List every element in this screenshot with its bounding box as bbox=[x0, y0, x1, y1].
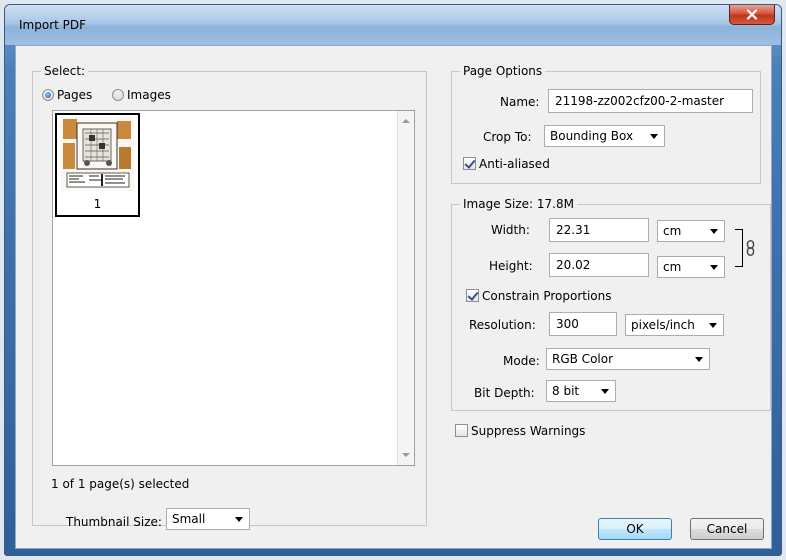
chevron-down-icon bbox=[601, 389, 609, 394]
resolution-input[interactable]: 300 bbox=[549, 312, 617, 336]
page-options-legend: Page Options bbox=[460, 64, 546, 78]
mode-label: Mode: bbox=[503, 354, 540, 368]
name-label: Name: bbox=[500, 95, 540, 109]
thumbnail-page-number: 1 bbox=[93, 197, 102, 211]
selection-status: 1 of 1 page(s) selected bbox=[51, 477, 190, 491]
bit-depth-value: 8 bit bbox=[552, 384, 580, 398]
chevron-down-icon bbox=[695, 357, 703, 362]
bit-depth-label: Bit Depth: bbox=[474, 386, 535, 400]
chevron-down-icon bbox=[710, 265, 718, 270]
page-thumbnail[interactable]: 1 bbox=[55, 113, 140, 217]
mode-dropdown[interactable]: RGB Color bbox=[546, 348, 710, 370]
link-bracket bbox=[735, 229, 743, 267]
resolution-unit-dropdown[interactable]: pixels/inch bbox=[625, 314, 724, 336]
bit-depth-dropdown[interactable]: 8 bit bbox=[546, 380, 616, 402]
images-radio[interactable] bbox=[112, 89, 124, 101]
thumbnail-scrollbar[interactable] bbox=[397, 111, 414, 465]
thumbnail-list[interactable]: 1 bbox=[52, 110, 415, 466]
window-title: Import PDF bbox=[19, 18, 87, 32]
thumbnail-size-value: Small bbox=[172, 512, 206, 526]
import-pdf-dialog: Import PDF Select: Pages Images 1 1 of 1… bbox=[4, 4, 782, 556]
width-label: Width: bbox=[491, 223, 530, 237]
close-icon bbox=[746, 9, 758, 20]
chevron-down-icon bbox=[650, 134, 658, 139]
pages-radio-label[interactable]: Pages bbox=[57, 88, 92, 102]
width-unit-value: cm bbox=[663, 224, 682, 238]
image-size-legend: Image Size: 17.8M bbox=[460, 197, 577, 211]
chain-link-icon bbox=[746, 240, 755, 256]
height-label: Height: bbox=[489, 259, 533, 273]
scroll-down-icon[interactable] bbox=[402, 453, 410, 457]
cancel-button[interactable]: Cancel bbox=[690, 518, 764, 540]
resolution-label: Resolution: bbox=[469, 318, 536, 332]
crop-to-value: Bounding Box bbox=[550, 129, 634, 143]
name-input[interactable]: 21198-zz002cfz00-2-master bbox=[548, 89, 753, 113]
close-button[interactable] bbox=[729, 5, 775, 25]
constrain-proportions-label[interactable]: Constrain Proportions bbox=[482, 289, 612, 303]
thumbnail-size-label: Thumbnail Size: bbox=[66, 515, 162, 529]
anti-aliased-checkbox[interactable] bbox=[463, 157, 476, 170]
height-unit-value: cm bbox=[663, 260, 682, 274]
crop-to-dropdown[interactable]: Bounding Box bbox=[544, 125, 665, 147]
chevron-down-icon bbox=[710, 229, 718, 234]
height-unit-dropdown[interactable]: cm bbox=[657, 256, 725, 278]
suppress-warnings-checkbox[interactable] bbox=[455, 424, 468, 437]
ok-button[interactable]: OK bbox=[598, 518, 672, 540]
width-input[interactable]: 22.31 bbox=[549, 218, 649, 242]
scroll-up-icon[interactable] bbox=[402, 119, 410, 123]
drawing-preview-icon bbox=[61, 117, 134, 191]
resolution-unit-value: pixels/inch bbox=[631, 318, 695, 332]
select-legend: Select: bbox=[41, 64, 89, 78]
page-thumbnail-image bbox=[61, 117, 134, 191]
constrain-proportions-checkbox[interactable] bbox=[466, 289, 479, 302]
title-bar[interactable]: Import PDF bbox=[5, 5, 781, 45]
anti-aliased-label[interactable]: Anti-aliased bbox=[479, 157, 550, 171]
chevron-down-icon bbox=[235, 517, 243, 522]
dialog-client-area: Select: Pages Images 1 1 of 1 page(s) se… bbox=[15, 45, 772, 549]
chevron-down-icon bbox=[709, 323, 717, 328]
pages-radio[interactable] bbox=[42, 89, 54, 101]
width-unit-dropdown[interactable]: cm bbox=[657, 220, 725, 242]
crop-to-label: Crop To: bbox=[483, 130, 532, 144]
images-radio-label[interactable]: Images bbox=[127, 88, 171, 102]
suppress-warnings-label[interactable]: Suppress Warnings bbox=[471, 424, 585, 438]
height-input[interactable]: 20.02 bbox=[549, 253, 649, 277]
thumbnail-size-dropdown[interactable]: Small bbox=[166, 508, 250, 530]
mode-value: RGB Color bbox=[552, 352, 614, 366]
